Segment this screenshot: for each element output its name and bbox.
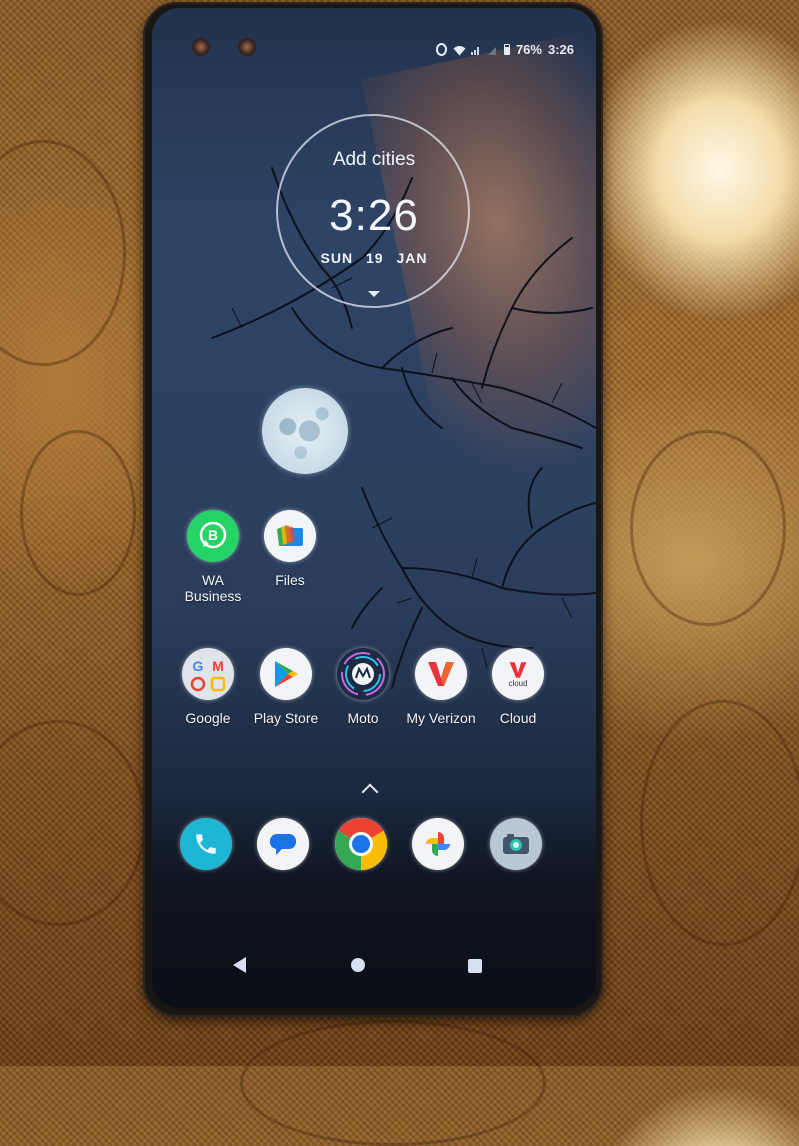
dock-photos[interactable] xyxy=(395,818,481,870)
app-my-verizon[interactable]: My Verizon xyxy=(398,648,484,726)
play-store-icon xyxy=(260,648,312,700)
chrome-icon xyxy=(335,818,387,870)
front-camera xyxy=(238,38,256,56)
moto-icon xyxy=(337,648,389,700)
battery-icon xyxy=(503,44,510,55)
app-label: Files xyxy=(275,572,305,588)
app-label: WA Business xyxy=(184,572,242,604)
navigation-bar xyxy=(152,938,596,988)
app-label: Cloud xyxy=(499,710,537,726)
home-screen: 76% 3:26 Add cities 3:26 SUN 19 JAN B WA… xyxy=(152,8,596,1008)
svg-text:G: G xyxy=(193,658,204,674)
tablecloth-pattern xyxy=(20,430,136,596)
app-wa-business[interactable]: B WA Business xyxy=(170,510,256,604)
messages-icon xyxy=(257,818,309,870)
app-label: My Verizon xyxy=(406,710,476,726)
home-icon[interactable] xyxy=(351,958,365,972)
app-label: Play Store xyxy=(253,710,319,726)
svg-text:B: B xyxy=(208,527,218,543)
back-icon[interactable] xyxy=(233,957,246,973)
recents-icon[interactable] xyxy=(468,959,482,973)
clock-time[interactable]: 3:26 xyxy=(152,191,596,241)
dock-camera[interactable] xyxy=(473,818,559,870)
battery-percent: 76% xyxy=(515,42,542,57)
files-icon xyxy=(264,510,316,562)
clock-month: JAN xyxy=(396,250,428,266)
app-moto[interactable]: Moto xyxy=(320,648,406,726)
tablecloth-pattern xyxy=(240,1020,546,1146)
clock-day: SUN xyxy=(320,250,354,266)
chevron-down-icon[interactable] xyxy=(368,291,380,297)
camera-icon xyxy=(490,818,542,870)
dock-messages[interactable] xyxy=(240,818,326,870)
app-cloud[interactable]: cloud Cloud xyxy=(475,648,561,726)
no-signal-icon xyxy=(487,44,498,55)
dock-chrome[interactable] xyxy=(318,818,404,870)
google-folder-icon: G M xyxy=(182,648,234,700)
status-bar[interactable]: 76% 3:26 xyxy=(435,42,574,57)
tablecloth-pattern xyxy=(0,720,146,926)
app-folder-google[interactable]: G M Google xyxy=(165,648,251,726)
photos-icon xyxy=(412,818,464,870)
whatsapp-business-icon: B xyxy=(187,510,239,562)
full-moon xyxy=(262,388,348,474)
tablecloth-pattern xyxy=(0,140,126,366)
tablecloth-pattern xyxy=(640,700,799,946)
clock-date[interactable]: SUN 19 JAN xyxy=(152,250,596,266)
app-label: Moto xyxy=(347,710,379,726)
dock-phone[interactable] xyxy=(163,818,249,870)
app-play-store[interactable]: Play Store xyxy=(243,648,329,726)
verizon-cloud-icon: cloud xyxy=(492,648,544,700)
status-time: 3:26 xyxy=(547,42,574,57)
phone-icon xyxy=(180,818,232,870)
front-camera xyxy=(192,38,210,56)
cloud-sublabel: cloud xyxy=(508,678,528,688)
svg-text:M: M xyxy=(212,658,224,674)
add-cities-link[interactable]: Add cities xyxy=(152,149,596,171)
vibrate-icon xyxy=(435,43,447,56)
verizon-icon xyxy=(415,648,467,700)
clock-date-number: 19 xyxy=(365,250,384,266)
app-files[interactable]: Files xyxy=(247,510,333,588)
signal-icon xyxy=(470,44,481,55)
app-label: Google xyxy=(185,710,231,726)
tablecloth-pattern xyxy=(630,430,786,626)
wifi-icon xyxy=(453,44,466,56)
